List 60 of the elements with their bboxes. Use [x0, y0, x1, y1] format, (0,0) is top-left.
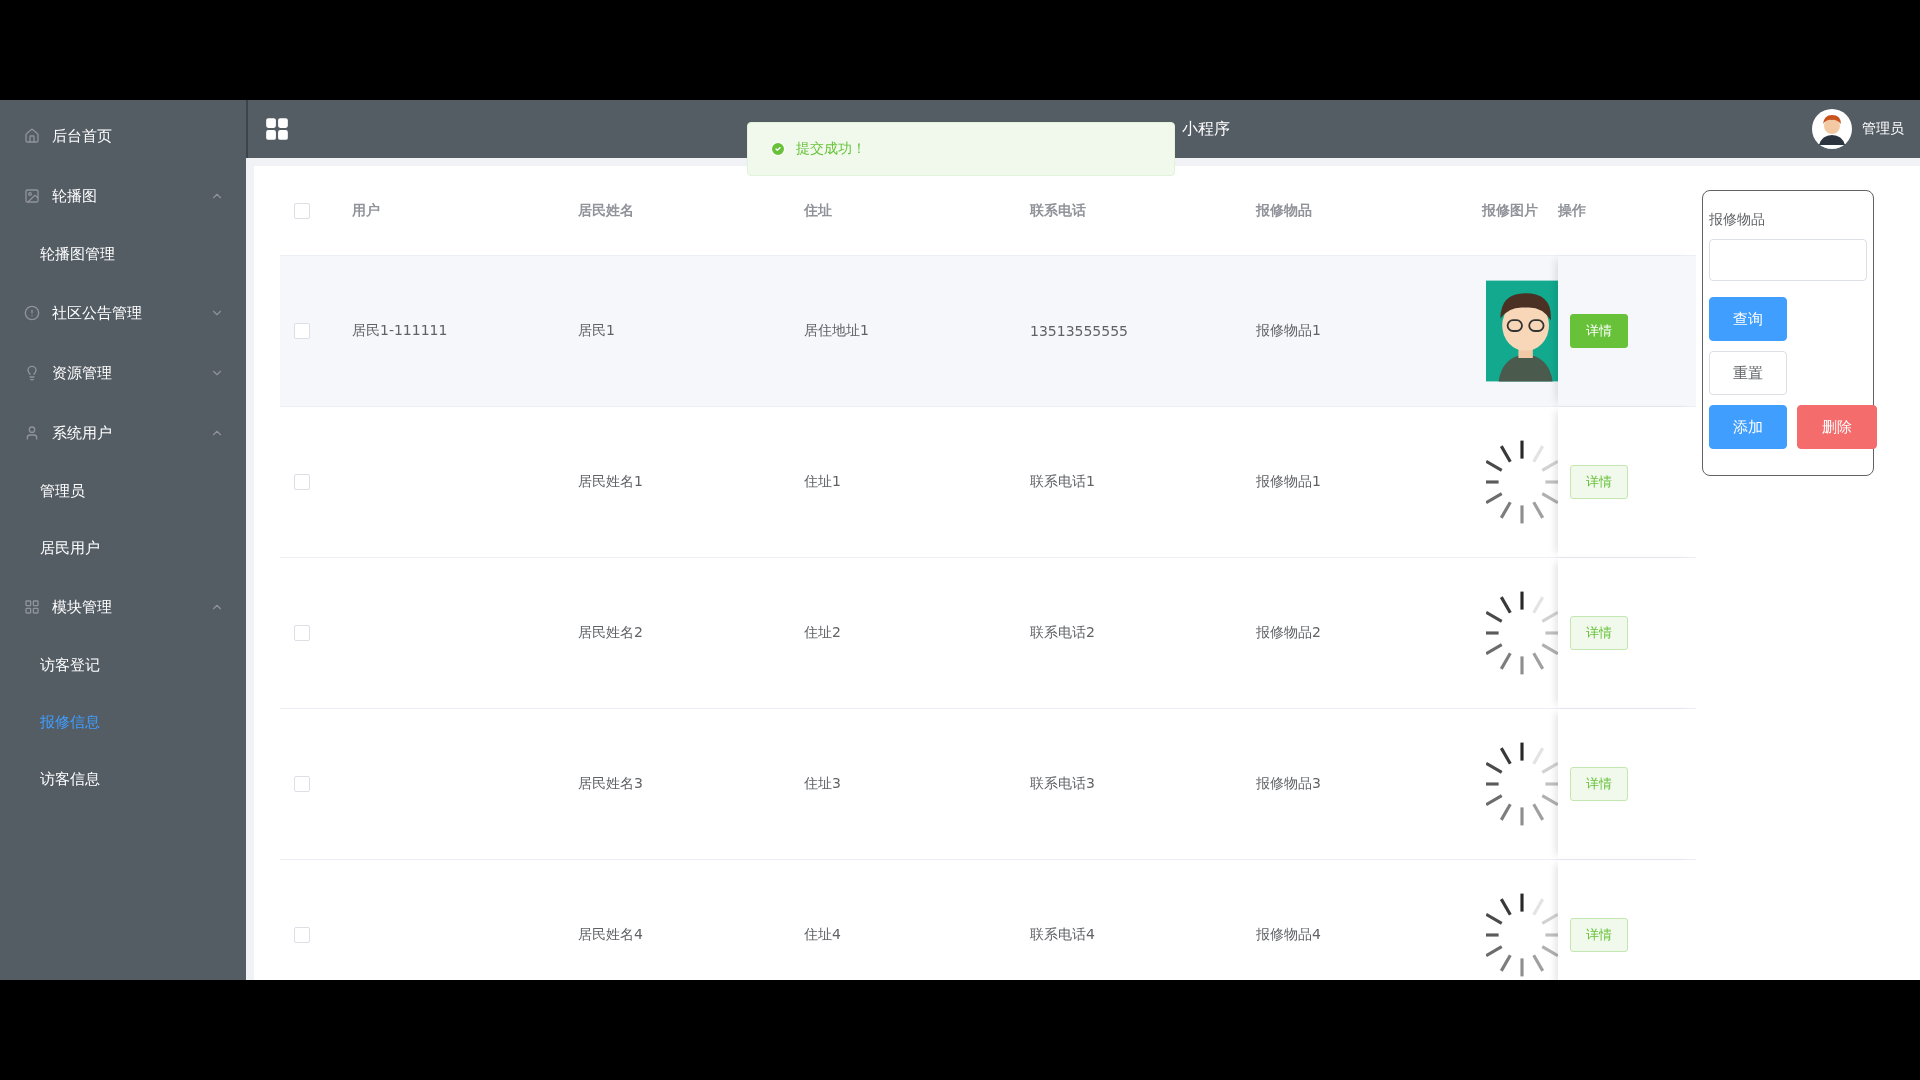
column-header: 住址 [804, 201, 833, 220]
table-cell-text: 居民1 [578, 322, 616, 340]
grid-icon [24, 599, 40, 615]
sidebar-submenu-item[interactable]: 轮播图管理 [0, 226, 246, 283]
table-cell-text: 居民1-111111 [352, 322, 449, 340]
user-name[interactable]: 管理员 [1862, 120, 1904, 138]
sidebar-menu-item[interactable]: 轮播图 [0, 166, 246, 226]
table-cell-text: 住址2 [804, 624, 842, 642]
table-cell-text: 联系电话2 [1030, 624, 1096, 642]
table-cell-text: 联系电话4 [1030, 926, 1096, 944]
sidebar-menu-item[interactable]: 资源管理 [0, 343, 246, 403]
sidebar-menu-item[interactable]: 后台首页 [0, 106, 246, 166]
table-cell-text: 报修物品4 [1256, 926, 1322, 944]
table-cell-text: 居民姓名4 [578, 926, 644, 944]
menu-grid-icon[interactable] [264, 116, 290, 142]
alert-circle-icon [24, 305, 40, 321]
column-header: 报修物品 [1256, 201, 1313, 220]
panel-button[interactable]: 重置 [1709, 351, 1787, 395]
bulb-icon [24, 365, 40, 381]
table-cell-text: 居民姓名2 [578, 624, 644, 642]
input-field[interactable] [1709, 239, 1867, 281]
table-cell-text: 居民姓名1 [578, 473, 644, 491]
sidebar-submenu-item[interactable]: 访客登记 [0, 637, 246, 694]
row-checkbox[interactable] [294, 474, 310, 490]
column-header: 报修图片 [1482, 201, 1539, 220]
row-checkbox[interactable] [294, 927, 310, 943]
table-cell-text: 报修物品1 [1256, 473, 1322, 491]
user-icon [24, 425, 40, 441]
column-header: 操作 [1558, 201, 1587, 220]
toast-message: 提交成功！ [796, 140, 866, 158]
image-icon [24, 188, 40, 204]
row-checkbox[interactable] [294, 625, 310, 641]
sidebar-menu-item[interactable]: 系统用户 [0, 403, 246, 463]
select-all-checkbox[interactable] [294, 202, 310, 219]
field-label: 报修物品 [1709, 211, 1766, 229]
table-cell-text: 居民姓名3 [578, 775, 644, 793]
house-icon [24, 128, 40, 144]
table-cell-text: 住址3 [804, 775, 842, 793]
table-cell-text: 居住地址1 [804, 322, 870, 340]
column-header: 用户 [352, 201, 381, 220]
table-cell-text: 报修物品1 [1256, 322, 1322, 340]
table-cell-text: 联系电话3 [1030, 775, 1096, 793]
sidebar-submenu-item[interactable]: 访客信息 [0, 751, 246, 808]
table-cell-text: 住址4 [804, 926, 842, 944]
sidebar-menu-item[interactable]: 社区公告管理 [0, 283, 246, 343]
column-header: 联系电话 [1030, 201, 1087, 220]
avatar-icon[interactable] [1812, 109, 1852, 149]
table-cell-text: 13513555555 [1030, 323, 1129, 339]
column-header: 居民姓名 [578, 201, 635, 220]
table-cell-text: 报修物品2 [1256, 624, 1322, 642]
header-title: 小程序 [1181, 118, 1231, 140]
table-cell-text: 联系电话1 [1030, 473, 1096, 491]
sidebar-menu-item[interactable]: 模块管理 [0, 577, 246, 637]
sidebar-submenu-item[interactable]: 管理员 [0, 463, 246, 520]
table-cell-text: 报修物品3 [1256, 775, 1322, 793]
check-circle-icon [770, 141, 786, 157]
sidebar-submenu-item[interactable]: 居民用户 [0, 520, 246, 577]
row-checkbox[interactable] [294, 323, 310, 339]
table-cell-text: 住址1 [804, 473, 842, 491]
row-checkbox[interactable] [294, 776, 310, 792]
